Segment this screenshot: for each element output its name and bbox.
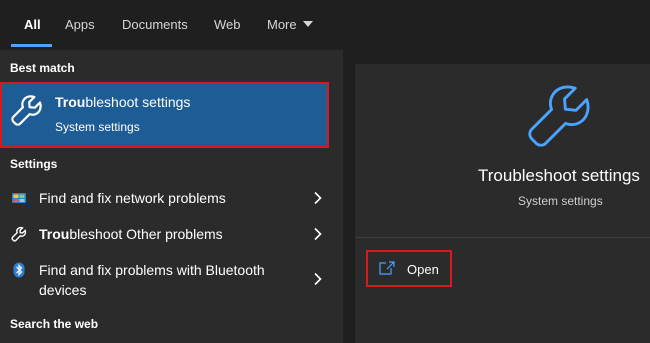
wrench-icon	[528, 85, 590, 147]
chevron-right-icon[interactable]	[313, 191, 323, 205]
preview-subtitle: System settings	[518, 194, 603, 208]
section-best-match: Best match	[10, 61, 75, 75]
best-match-title-match: Trou	[55, 94, 86, 110]
list-item-network-label: Find and fix network problems	[39, 190, 226, 206]
chevron-right-icon[interactable]	[313, 272, 323, 286]
section-settings: Settings	[10, 157, 58, 171]
best-match-title: Troubleshoot settings	[55, 94, 190, 110]
tab-more-label: More	[267, 17, 297, 32]
best-match-title-rest: bleshoot settings	[85, 94, 191, 110]
preview-title: Troubleshoot settings	[478, 166, 640, 185]
tab-documents[interactable]: Documents	[122, 17, 188, 32]
best-match-item[interactable]	[0, 82, 329, 148]
wrench-icon	[11, 226, 27, 242]
section-search-web: Search the web	[10, 317, 99, 331]
list-item-bluetooth-label-line2: devices	[39, 282, 87, 298]
open-external-icon	[379, 261, 395, 275]
search-filter-bar: All Apps Documents Web More	[0, 0, 650, 50]
list-item-troubleshoot-other-label: Troubleshoot Other problems	[39, 224, 223, 244]
list-item-troubleshoot-match: Trou	[39, 226, 70, 242]
active-tab-indicator	[11, 44, 52, 47]
best-match-subtitle: System settings	[55, 120, 140, 134]
list-item-bluetooth-label-line1: Find and fix problems with Bluetooth	[39, 262, 265, 278]
preview-divider	[355, 237, 650, 238]
caret-down-icon	[302, 21, 313, 27]
tab-more[interactable]: More	[267, 17, 313, 32]
network-icon	[12, 193, 26, 203]
tab-apps[interactable]: Apps	[65, 17, 95, 32]
chevron-right-icon[interactable]	[313, 227, 323, 241]
panel-divider	[343, 50, 355, 343]
bluetooth-icon	[13, 262, 25, 278]
wrench-icon	[11, 95, 42, 126]
tab-all[interactable]: All	[24, 17, 41, 32]
tab-web[interactable]: Web	[214, 17, 241, 32]
list-item-troubleshoot-rest: bleshoot Other problems	[69, 226, 223, 242]
preview-panel	[355, 64, 650, 343]
open-button-label: Open	[407, 262, 439, 277]
